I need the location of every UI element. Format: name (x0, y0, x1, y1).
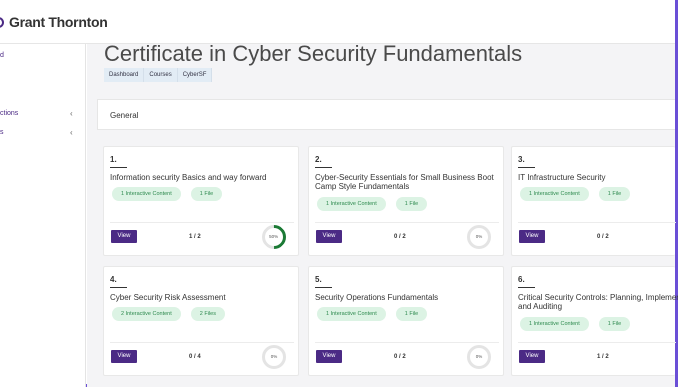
section-general: General (97, 99, 675, 130)
progress-count: 0 / 2 (597, 234, 609, 240)
breadcrumb-cybersf[interactable]: CyberSF (177, 68, 213, 82)
view-button[interactable]: View (519, 350, 545, 363)
course-card-1: 1. Information security Basics and way f… (103, 146, 299, 256)
divider (518, 222, 676, 223)
pill-interactive-content: 1 Interactive Content (112, 187, 181, 201)
section-title: General (110, 111, 139, 120)
top-header: Grant Thornton (0, 0, 675, 44)
breadcrumb-courses[interactable]: Courses (144, 68, 178, 82)
progress-ring: 0% (467, 345, 491, 369)
card-title: IT Infrastructure Security (518, 173, 606, 182)
course-card-3: 3. IT Infrastructure Security 1 Interact… (511, 146, 676, 256)
divider (110, 342, 294, 343)
progress-count: 0 / 2 (394, 354, 406, 360)
page-title: Certificate in Cyber Security Fundamenta… (104, 41, 523, 66)
card-title: Critical Security Controls: Planning, Im… (518, 293, 678, 311)
pill-interactive-content: 2 Interactive Content (112, 307, 181, 321)
divider (315, 287, 332, 288)
course-card-6: 6. Critical Security Controls: Planning,… (511, 266, 678, 376)
progress-count: 1 / 2 (189, 234, 201, 240)
view-button[interactable]: View (519, 230, 545, 243)
progress-ring: 0% (467, 225, 491, 249)
progress-ring: 50% (257, 220, 291, 254)
view-button[interactable]: View (111, 350, 137, 363)
progress-percent: 0% (475, 354, 483, 359)
main-content: Certificate in Cyber Security Fundamenta… (87, 41, 678, 387)
logo-text[interactable]: Grant Thornton (9, 14, 108, 30)
chevron-left-icon[interactable]: ‹ (70, 109, 73, 118)
progress-percent: 50% (269, 234, 279, 240)
pill-interactive-content: 1 Interactive Content (317, 197, 386, 211)
card-number: 5. (315, 275, 322, 284)
sidebar: d ctions ‹ s ‹ (0, 44, 86, 387)
progress-count: 0 / 4 (189, 354, 201, 360)
view-button[interactable]: View (316, 350, 342, 363)
sidebar-item-1[interactable]: d (0, 52, 4, 59)
card-number: 6. (518, 275, 525, 284)
pill-files: 1 File (395, 307, 428, 321)
view-button[interactable]: View (111, 230, 137, 243)
card-number: 4. (110, 275, 117, 284)
divider (315, 342, 499, 343)
pill-files: 1 File (395, 197, 428, 211)
divider (518, 287, 535, 288)
progress-ring: 0% (262, 345, 286, 369)
card-title: Cyber-Security Essentials for Small Busi… (315, 173, 494, 191)
card-number: 3. (518, 155, 525, 164)
pill-interactive-content: 1 Interactive Content (520, 317, 589, 331)
view-button[interactable]: View (316, 230, 342, 243)
pill-files: 1 File (598, 317, 631, 331)
divider (315, 167, 332, 168)
divider (110, 167, 127, 168)
course-card-2: 2. Cyber-Security Essentials for Small B… (308, 146, 504, 256)
pill-files: 1 File (190, 187, 223, 201)
progress-count: 0 / 2 (394, 234, 406, 240)
divider (110, 222, 294, 223)
pill-files: 1 File (598, 187, 631, 201)
card-title: Cyber Security Risk Assessment (110, 293, 226, 302)
breadcrumb: Dashboard Courses CyberSF (104, 68, 213, 82)
card-number: 2. (315, 155, 322, 164)
divider (315, 222, 499, 223)
logo-icon (0, 17, 4, 28)
divider (518, 167, 535, 168)
chevron-left-icon[interactable]: ‹ (70, 128, 73, 137)
divider (518, 342, 676, 343)
sidebar-item-2[interactable]: ctions (0, 110, 18, 117)
pill-interactive-content: 1 Interactive Content (520, 187, 589, 201)
breadcrumb-dashboard[interactable]: Dashboard (104, 68, 145, 82)
progress-percent: 0% (475, 234, 483, 239)
sidebar-item-3[interactable]: s (0, 129, 4, 136)
course-card-5: 5. Security Operations Fundamentals 1 In… (308, 266, 504, 376)
divider (110, 287, 127, 288)
pill-files: 2 Files (190, 307, 225, 321)
progress-count: 1 / 2 (597, 354, 609, 360)
progress-percent: 0% (270, 354, 278, 359)
course-card-4: 4. Cyber Security Risk Assessment 2 Inte… (103, 266, 299, 376)
card-number: 1. (110, 155, 117, 164)
card-title: Security Operations Fundamentals (315, 293, 439, 302)
card-title: Information security Basics and way forw… (110, 173, 267, 182)
pill-interactive-content: 1 Interactive Content (317, 307, 386, 321)
